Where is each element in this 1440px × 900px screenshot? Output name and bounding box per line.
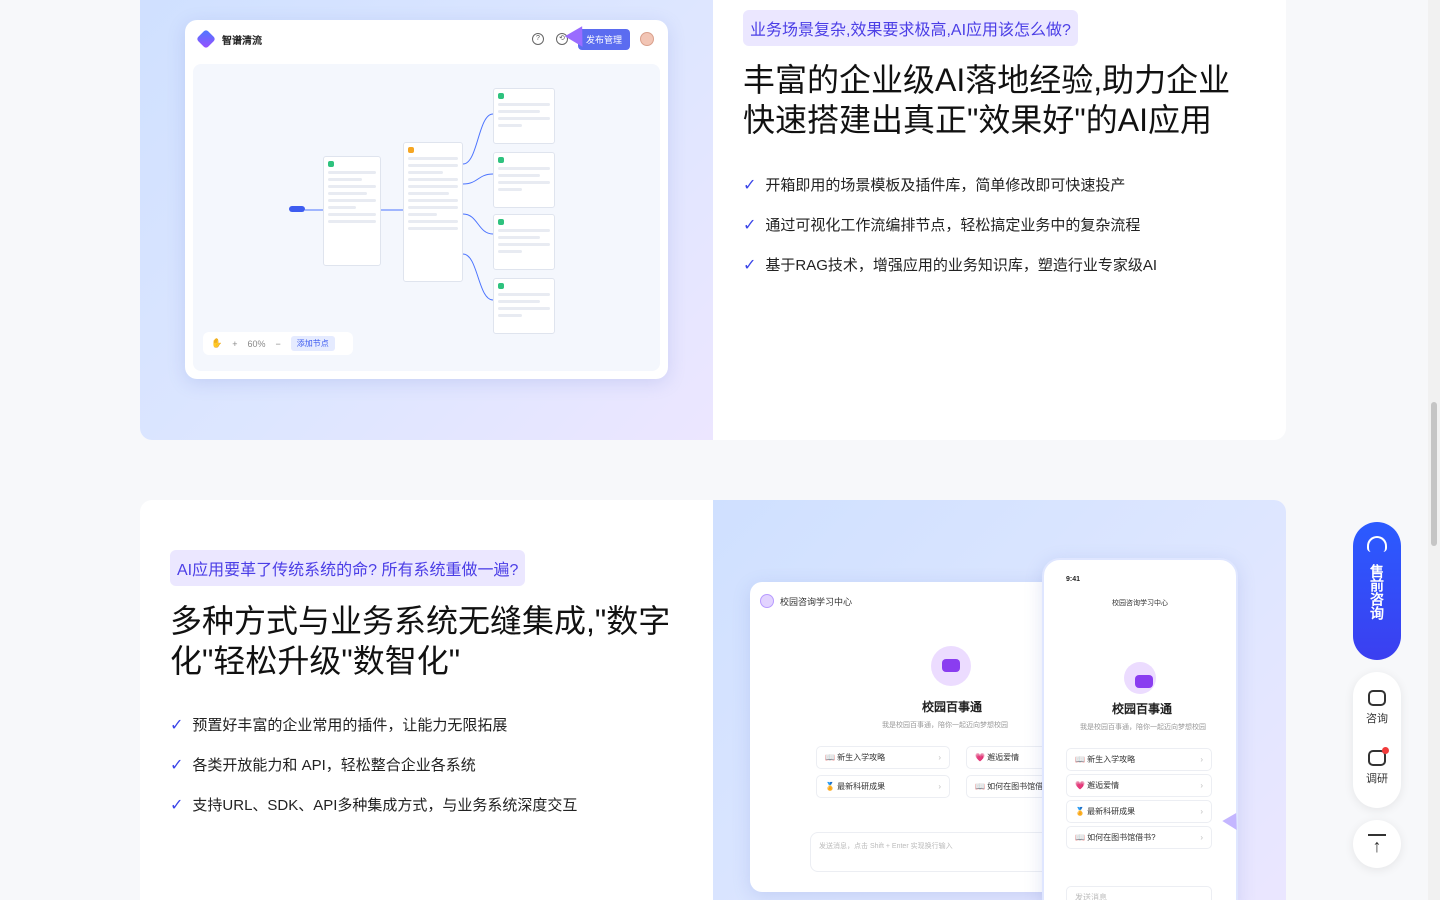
back-to-top-button[interactable]: ↑ (1353, 820, 1401, 868)
feature-text: 支持URL、SDK、API多种集成方式，与业务系统深度交互 (192, 797, 578, 814)
mockup-app-title: 智谱清流 (222, 35, 262, 47)
phone-message-input: 发送消息 (1066, 886, 1212, 900)
hand-tool-icon: ✋ (211, 338, 223, 348)
suggestion-chip: 🏅 最新科研成果 › (1066, 800, 1212, 823)
app-name: 校园百事通 (922, 700, 983, 714)
workflow-node (323, 156, 381, 266)
section-tag: 业务场景复杂,效果要求极高,AI应用该怎么做? (743, 10, 1078, 46)
desktop-app-mockup: 校园咨询学习中心 校园百事通 我是校园百事通，陪你一起迈向梦想校园 📖 新生入学… (750, 582, 1080, 892)
workflow-canvas: ✋ + 60% − 添加节点 (193, 64, 660, 371)
help-icon: ? (531, 33, 544, 45)
check-icon: ✓ (170, 716, 184, 734)
feature-text-integration: AI应用要革了传统系统的命? 所有系统重做一遍? 多种方式与业务系统无缝集成,"… (140, 500, 713, 900)
feature-text-workflow: 业务场景复杂,效果要求极高,AI应用该怎么做? 丰富的企业级AI落地经验,助力企… (713, 0, 1286, 440)
feature-item: ✓ 通过可视化工作流编排节点，轻松搞定业务中的复杂流程 (743, 214, 1140, 235)
check-icon: ✓ (170, 796, 184, 814)
zoom-out-icon: − (275, 338, 281, 349)
feature-card-integration: AI应用要革了传统系统的命? 所有系统重做一遍? 多种方式与业务系统无缝集成,"… (140, 500, 1286, 900)
headset-icon (1367, 536, 1387, 552)
check-icon: ✓ (743, 176, 757, 194)
scrollbar-thumb[interactable] (1431, 402, 1437, 546)
presale-label: 售前咨询 (1369, 564, 1385, 620)
suggestion-chip: 📖 新生入学攻略 › (1066, 748, 1212, 771)
survey-icon (1368, 747, 1389, 766)
phone-time: 9:41 (1066, 576, 1081, 583)
workflow-illustration: 智谱清流 ? ⟲ 发布管理 ✋ + 60% − 添加节点 (140, 0, 713, 440)
add-node-button: 添加节点 (290, 336, 335, 351)
feature-text: 预置好丰富的企业常用的插件，让能力无限拓展 (192, 717, 508, 734)
mobile-app-mockup: 9:41 校园咨询学习中心 校园百事通 我是校园百事通，陪你一起迈向梦想校园 📖… (1042, 558, 1238, 900)
workflow-node (493, 214, 555, 270)
arrow-up-icon: ↑ (1372, 836, 1382, 856)
workflow-node (493, 278, 555, 334)
workflow-node (493, 152, 555, 208)
headline-line: 丰富的企业级AI落地经验,助力企业 (743, 62, 1231, 98)
section-headline: 丰富的企业级AI落地经验,助力企业 快速搭建出真正"效果好"的AI应用 (743, 60, 1230, 140)
headline-line: 快速搭建出真正"效果好"的AI应用 (743, 102, 1212, 138)
robot-icon (931, 646, 971, 686)
check-icon: ✓ (743, 216, 757, 234)
suggestion-chip: 📖 新生入学攻略 › (816, 746, 950, 769)
consult-label: 咨询 (1366, 713, 1388, 725)
section-headline: 多种方式与业务系统无缝集成,"数字 化"轻松升级"数智化" (170, 601, 670, 681)
workflow-node (403, 142, 463, 282)
app-description: 我是校园百事通，陪你一起迈向梦想校园 (882, 722, 1008, 729)
zoom-in-icon: + (232, 338, 238, 349)
chat-search-icon (1368, 690, 1386, 706)
suggestion-chip: 📖 如何在图书馆借书? › (1066, 826, 1212, 849)
survey-button[interactable]: 调研 (1353, 747, 1401, 786)
survey-label: 调研 (1366, 773, 1388, 785)
headline-line: 多种方式与业务系统无缝集成,"数字 (170, 603, 671, 639)
suggestion-chip: 💗 邂逅爱情 › (1066, 774, 1212, 797)
zoom-level: 60% (247, 338, 266, 349)
feature-item: ✓ 基于RAG技术，增强应用的业务知识库，塑造行业专家级AI (743, 254, 1157, 275)
integration-illustration: 校园咨询学习中心 校园百事通 我是校园百事通，陪你一起迈向梦想校园 📖 新生入学… (713, 500, 1286, 900)
app-description: 我是校园百事通，陪你一起迈向梦想校园 (1080, 724, 1206, 731)
workflow-editor-mockup: 智谱清流 ? ⟲ 发布管理 ✋ + 60% − 添加节点 (185, 20, 668, 379)
desktop-header: 校园咨询学习中心 (760, 594, 852, 608)
notification-dot (1382, 747, 1389, 754)
app-name: 校园百事通 (1112, 702, 1173, 716)
phone-header-title: 校园咨询学习中心 (1112, 600, 1168, 607)
desktop-message-input: 发送消息，点击 Shift + Enter 实现换行输入 (810, 832, 1050, 872)
robot-icon (1124, 662, 1156, 694)
feature-item: ✓ 支持URL、SDK、API多种集成方式，与业务系统深度交互 (170, 794, 577, 815)
avatar (640, 32, 654, 46)
headline-line: 化"轻松升级"数智化" (170, 643, 461, 679)
page-scrollbar[interactable] (1428, 0, 1440, 900)
feature-item: ✓ 各类开放能力和 API，轻松整合企业各系统 (170, 754, 476, 775)
feature-text: 通过可视化工作流编排节点，轻松搞定业务中的复杂流程 (765, 217, 1141, 234)
presale-consult-button[interactable]: 售前咨询 (1353, 522, 1401, 660)
suggestion-chip: 🏅 最新科研成果 › (816, 775, 950, 798)
campus-logo-icon (760, 594, 774, 608)
feature-card-workflow: 智谱清流 ? ⟲ 发布管理 ✋ + 60% − 添加节点 业务场景复杂,效果要求… (140, 0, 1286, 440)
feature-text: 基于RAG技术，增强应用的业务知识库，塑造行业专家级AI (765, 257, 1158, 274)
check-icon: ✓ (170, 756, 184, 774)
workflow-node (493, 88, 555, 144)
check-icon: ✓ (743, 256, 757, 274)
desktop-header-title: 校园咨询学习中心 (780, 596, 853, 607)
consult-button[interactable]: 咨询 (1353, 690, 1401, 726)
feature-item: ✓ 预置好丰富的企业常用的插件，让能力无限拓展 (170, 714, 507, 735)
feature-text: 各类开放能力和 API，轻松整合企业各系统 (192, 757, 476, 774)
app-logo-icon (196, 29, 216, 49)
feature-item: ✓ 开箱即用的场景模板及插件库，简单修改即可快速投产 (743, 174, 1125, 195)
side-tools: 咨询 调研 (1353, 672, 1401, 808)
mockup-titlebar: 智谱清流 ? ⟲ 发布管理 (185, 20, 668, 58)
feature-text: 开箱即用的场景模板及插件库，简单修改即可快速投产 (765, 177, 1126, 194)
section-tag: AI应用要革了传统系统的命? 所有系统重做一遍? (170, 550, 526, 586)
canvas-toolbar: ✋ + 60% − 添加节点 (203, 332, 353, 355)
